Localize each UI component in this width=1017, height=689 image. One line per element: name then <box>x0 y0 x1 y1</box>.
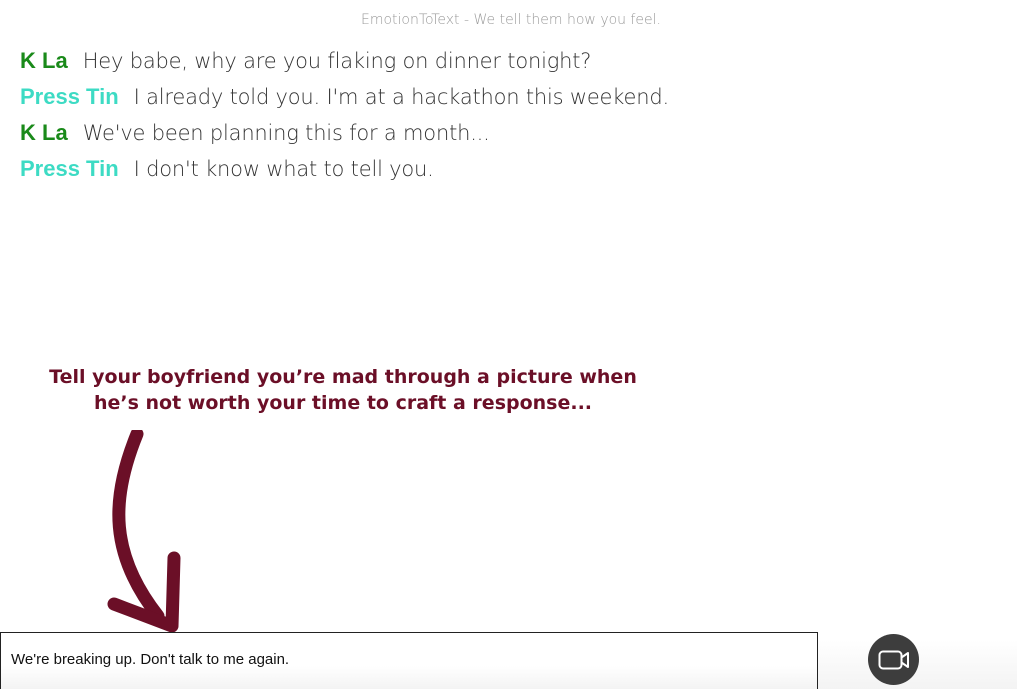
curved-arrow-down-icon <box>107 430 181 632</box>
message-text: Hey babe, why are you flaking on dinner … <box>82 49 592 73</box>
message-row: Press Tin I don't know what to tell you. <box>20 151 820 187</box>
message-sender: Press Tin <box>20 84 119 109</box>
message-row: Press Tin I already told you. I'm at a h… <box>20 79 820 115</box>
video-camera-icon <box>878 650 909 669</box>
app-title: EmotionToText - We tell them how you fee… <box>361 12 661 28</box>
message-text: I already told you. I'm at a hackathon t… <box>133 85 669 109</box>
message-row: K La Hey babe, why are you flaking on di… <box>20 43 820 79</box>
message-composer <box>0 632 818 689</box>
message-row: K La We've been planning this for a mont… <box>20 115 820 151</box>
callout-text: Tell your boyfriend you’re mad through a… <box>49 366 637 414</box>
message-text: I don't know what to tell you. <box>133 157 434 181</box>
message-input[interactable] <box>11 651 791 668</box>
message-sender: Press Tin <box>20 156 119 181</box>
message-list: K La Hey babe, why are you flaking on di… <box>20 43 820 187</box>
message-text: We've been planning this for a month... <box>82 121 490 145</box>
message-sender: K La <box>20 120 68 145</box>
message-sender: K La <box>20 48 68 73</box>
camera-button[interactable] <box>868 634 919 685</box>
